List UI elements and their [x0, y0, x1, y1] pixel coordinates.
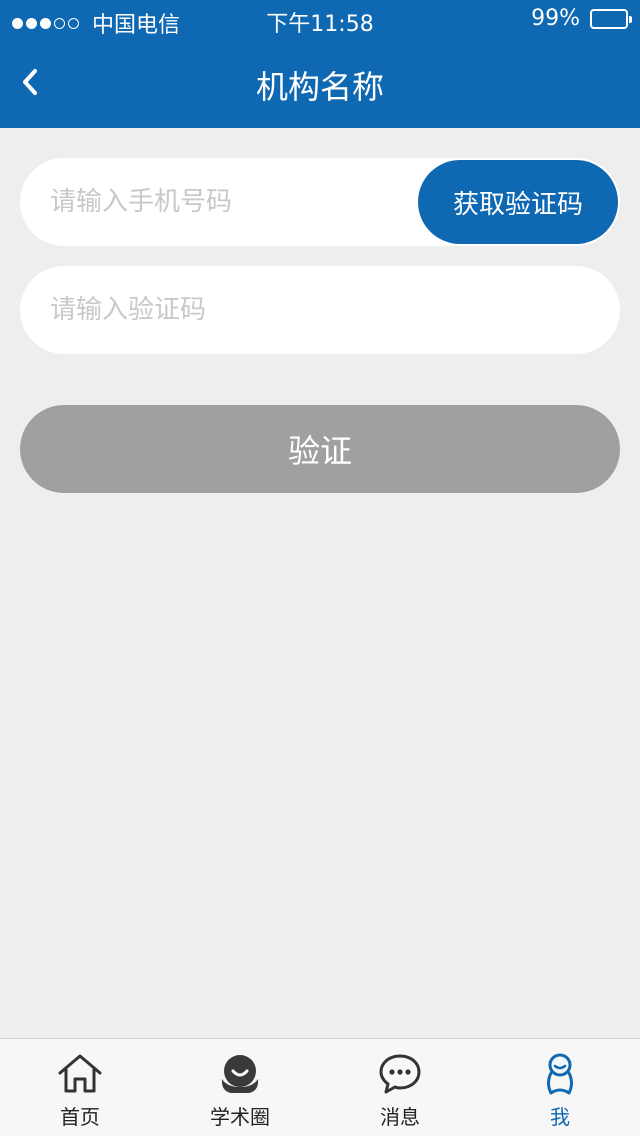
tab-label: 消息: [380, 1105, 420, 1129]
battery-percent: 99%: [531, 6, 580, 31]
page-title: 机构名称: [255, 68, 384, 106]
code-input[interactable]: [50, 266, 410, 354]
home-icon: [56, 1051, 104, 1097]
header: 中国电信 下午11:58 99% 机构名称: [0, 0, 640, 128]
tab-label: 我: [550, 1105, 570, 1129]
code-field: [20, 266, 620, 354]
get-code-button[interactable]: 获取验证码: [418, 160, 618, 244]
status-bar: 中国电信 下午11:58 99%: [0, 0, 640, 40]
tab-academic[interactable]: 学术圈: [160, 1039, 320, 1136]
tab-bar: 首页 学术圈 消息 我: [0, 1038, 640, 1136]
nav-bar: 机构名称: [0, 40, 640, 128]
tab-label: 学术圈: [210, 1105, 270, 1129]
phone-input[interactable]: [50, 158, 410, 246]
tab-messages[interactable]: 消息: [320, 1039, 480, 1136]
battery-icon: [590, 8, 632, 29]
tab-label: 首页: [60, 1105, 100, 1129]
phone-field: 获取验证码: [20, 158, 620, 246]
verify-button[interactable]: 验证: [20, 405, 620, 493]
profile-icon: [536, 1051, 584, 1097]
status-right: 99%: [531, 6, 632, 31]
tab-home[interactable]: 首页: [0, 1039, 160, 1136]
academic-circle-icon: [216, 1051, 264, 1097]
tab-me[interactable]: 我: [480, 1039, 640, 1136]
message-icon: [376, 1051, 424, 1097]
